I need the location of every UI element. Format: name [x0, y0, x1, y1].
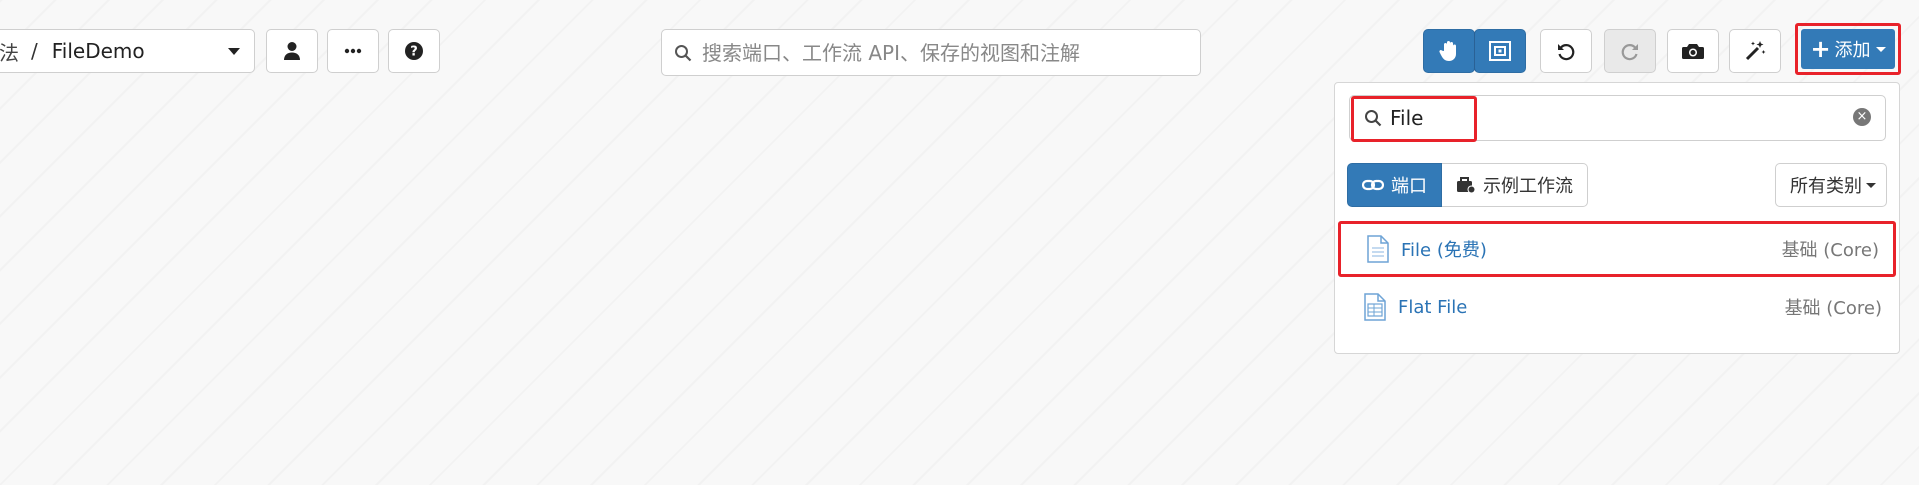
search-input[interactable] — [700, 39, 1200, 66]
undo-button[interactable] — [1540, 29, 1592, 73]
chevron-down-icon — [1866, 182, 1876, 188]
result-category: 基础 (Core) — [1784, 298, 1882, 319]
add-button[interactable]: + 添加 — [1795, 23, 1901, 75]
file-icon — [1367, 235, 1389, 263]
result-category: 基础 (Core) — [1781, 240, 1879, 261]
add-dropdown-panel: × 端口 示例工作流 所有类别 — [1334, 82, 1900, 354]
panel-filter[interactable]: × — [1349, 95, 1886, 142]
category-label: 所有类别 — [1790, 176, 1862, 197]
auto-layout-button[interactable] — [1729, 29, 1781, 73]
result-label: Flat File — [1398, 296, 1468, 318]
camera-icon — [1682, 44, 1704, 59]
briefcase-icon — [1457, 177, 1476, 194]
tab-sample-workflows[interactable]: 示例工作流 — [1442, 163, 1588, 207]
fit-view-button[interactable] — [1474, 29, 1526, 73]
clear-icon[interactable]: × — [1853, 108, 1871, 126]
breadcrumb-parent[interactable]: 法 — [0, 37, 19, 66]
panel-tabs: 端口 示例工作流 — [1347, 163, 1588, 207]
link-icon — [1362, 179, 1384, 191]
magic-wand-icon — [1745, 41, 1766, 61]
more-button[interactable] — [327, 29, 379, 73]
search-icon — [675, 44, 692, 61]
breadcrumb-current: FileDemo — [51, 39, 145, 63]
plus-icon: + — [1810, 35, 1831, 63]
redo-icon — [1621, 44, 1638, 61]
result-label: File (免费) — [1401, 240, 1487, 261]
tab-ports[interactable]: 端口 — [1347, 163, 1442, 207]
result-row[interactable]: File (免费) 基础 (Core) — [1338, 221, 1896, 277]
flat-file-icon — [1364, 293, 1386, 321]
ellipsis-icon — [344, 48, 362, 54]
global-search[interactable] — [661, 29, 1201, 76]
pan-mode-button[interactable] — [1423, 29, 1475, 73]
redo-button[interactable] — [1604, 29, 1656, 73]
tab-ports-label: 端口 — [1391, 176, 1427, 197]
user-button[interactable] — [266, 29, 318, 73]
add-label: 添加 — [1834, 40, 1871, 61]
fit-view-icon — [1489, 41, 1511, 61]
chevron-down-icon[interactable] — [228, 47, 240, 55]
result-row[interactable]: Flat File 基础 (Core) — [1338, 279, 1896, 335]
tab-sample-workflows-label: 示例工作流 — [1483, 176, 1573, 197]
filter-highlight — [1351, 96, 1477, 142]
screenshot-button[interactable] — [1667, 29, 1719, 73]
help-button[interactable]: ? — [388, 29, 440, 73]
hand-icon — [1439, 41, 1456, 61]
breadcrumb-selector[interactable]: 法 / FileDemo — [0, 29, 255, 73]
caret-down-icon — [1875, 46, 1886, 52]
breadcrumb-separator: / — [31, 39, 38, 63]
user-icon — [284, 42, 300, 60]
question-circle-icon: ? — [405, 42, 423, 60]
svg-text:?: ? — [410, 45, 418, 60]
undo-icon — [1558, 44, 1575, 61]
category-dropdown[interactable]: 所有类别 — [1775, 163, 1887, 207]
